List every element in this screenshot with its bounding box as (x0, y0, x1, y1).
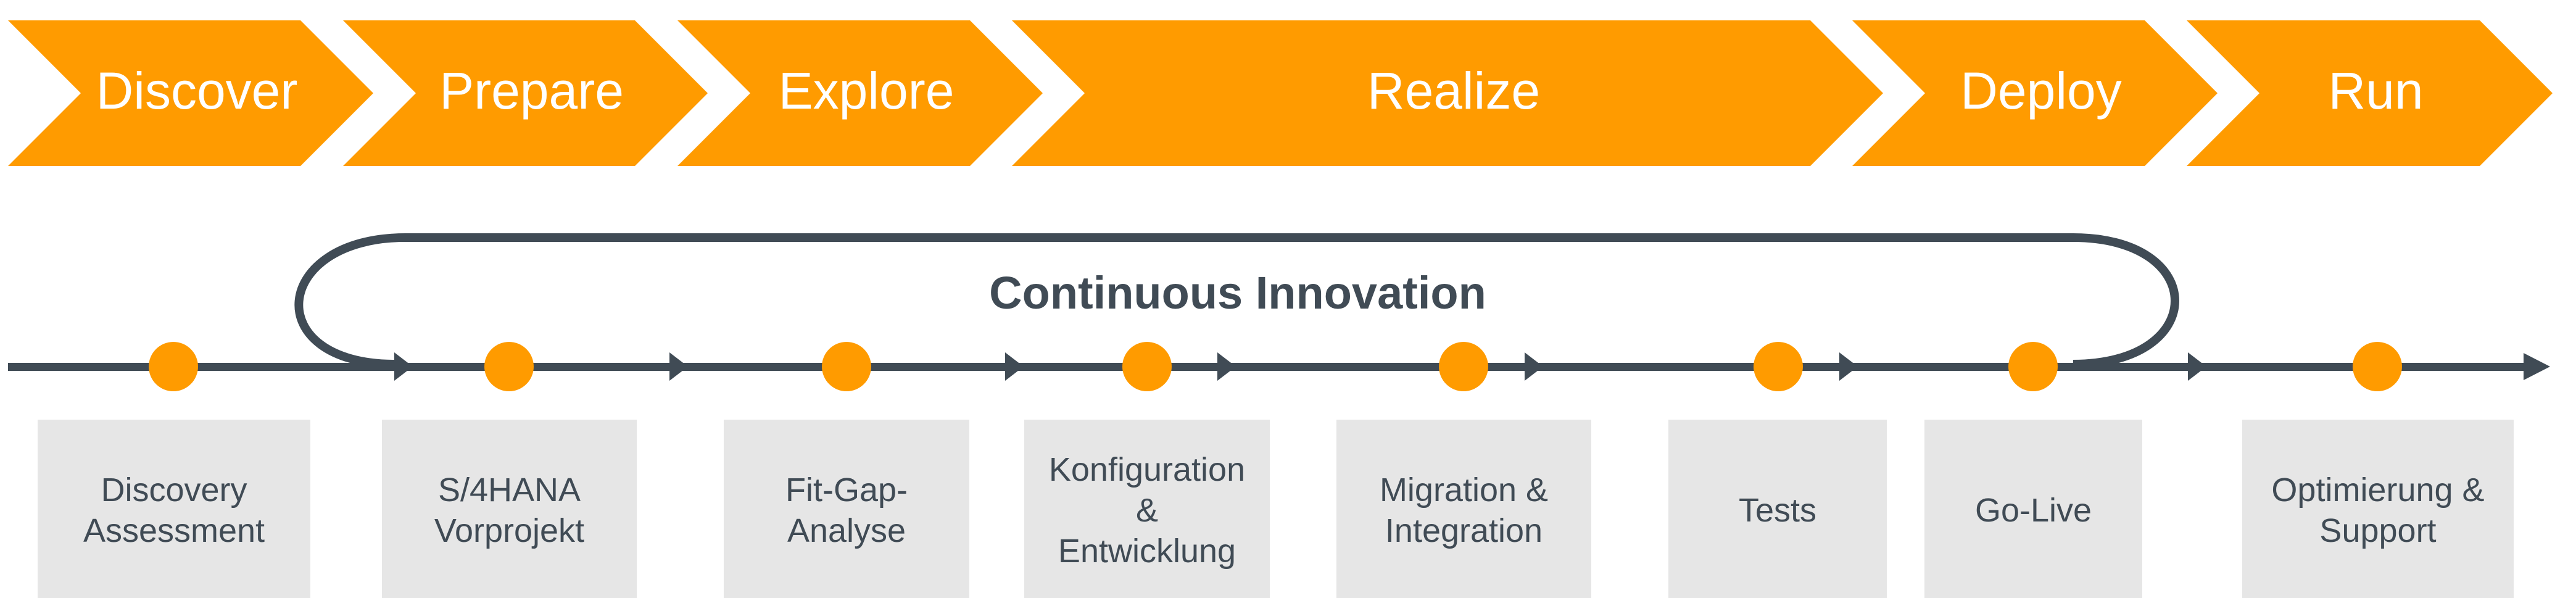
milestone-box-background (724, 420, 969, 598)
phase-discover: Discover (8, 20, 373, 166)
timeline-arrowhead (669, 352, 688, 381)
timeline-arrowhead (2188, 352, 2206, 381)
milestone-box-3: Fit-Gap-Analyse (724, 420, 969, 598)
timeline-arrowhead (1525, 352, 1543, 381)
milestone-dot-7 (2008, 342, 2058, 391)
phase-run: Run (2187, 20, 2553, 166)
milestone-dot-6 (1754, 342, 1803, 391)
timeline-arrowhead (1839, 352, 1858, 381)
phase-deploy: Deploy (1852, 20, 2218, 166)
milestone-dot-1 (149, 342, 198, 391)
milestone-label-line: Support (2319, 512, 2436, 549)
milestone-box-6: Tests (1668, 420, 1887, 598)
milestone-box-background (2242, 420, 2514, 598)
milestone-box-background (1336, 420, 1591, 598)
timeline (8, 342, 2550, 391)
milestone-dot-4 (1122, 342, 1172, 391)
milestone-box-8: Optimierung &Support (2242, 420, 2514, 598)
timeline-arrowhead (1005, 352, 1024, 381)
milestone-label-line: Konfiguration (1049, 451, 1245, 488)
phase-label: Realize (1367, 62, 1540, 120)
milestone-box-background (38, 420, 310, 598)
milestone-label-line: & (1136, 492, 1158, 529)
milestone-label-line: Assessment (83, 512, 265, 549)
phase-explore: Explore (677, 20, 1043, 166)
milestone-box-2: S/4HANAVorprojekt (382, 420, 637, 598)
phase-label: Prepare (439, 62, 624, 120)
milestone-label-line: Analyse (787, 512, 906, 549)
phase-realize: Realize (1012, 20, 1883, 166)
milestone-label-line: S/4HANA (438, 471, 581, 509)
milestone-dot-3 (822, 342, 871, 391)
continuous-innovation-label: Continuous Innovation (989, 267, 1486, 318)
milestone-label-line: Vorprojekt (434, 512, 584, 549)
milestone-box-background (382, 420, 637, 598)
milestone-box-4: Konfiguration & Entwicklung (1024, 420, 1270, 598)
timeline-end-arrowhead (2524, 353, 2550, 380)
timeline-arrowhead (1217, 352, 1236, 381)
milestone-box-5: Migration &Integration (1336, 420, 1591, 598)
milestone-dot-5 (1439, 342, 1488, 391)
milestone-label-line: Discovery (101, 471, 247, 509)
milestone-label-line: Migration & (1380, 471, 1548, 509)
milestone-label-line: Fit-Gap- (785, 471, 908, 509)
phase-prepare: Prepare (343, 20, 708, 166)
milestone-dot-8 (2353, 342, 2402, 391)
phase-label: Run (2328, 62, 2423, 120)
phase-label: Discover (96, 62, 298, 120)
milestone-box-1: DiscoveryAssessment (38, 420, 310, 598)
timeline-line (8, 363, 2528, 371)
milestone-label-line: Tests (1739, 492, 1816, 529)
milestone-dot-2 (484, 342, 534, 391)
phase-label: Explore (779, 62, 955, 120)
continuous-innovation-loop: Continuous Innovation (294, 233, 2179, 368)
sap-activate-roadmap-diagram: Discover Prepare Explore Realize Deploy Run C… (8, 20, 2553, 598)
milestone-label-line: Optimierung & (2271, 471, 2484, 509)
milestone-label-line: Integration (1385, 512, 1543, 549)
milestone-label-line: Go-Live (1975, 492, 2092, 529)
milestone-label-line: Entwicklung (1058, 533, 1236, 570)
milestone-box-7: Go-Live (1924, 420, 2142, 598)
timeline-arrowhead (394, 352, 413, 381)
phase-label: Deploy (1960, 62, 2121, 120)
phase-chevron-row: Discover Prepare Explore Realize Deploy Run (8, 20, 2553, 166)
milestone-boxes: DiscoveryAssessment S/4HANAVorprojekt Fit-… (38, 420, 2514, 598)
